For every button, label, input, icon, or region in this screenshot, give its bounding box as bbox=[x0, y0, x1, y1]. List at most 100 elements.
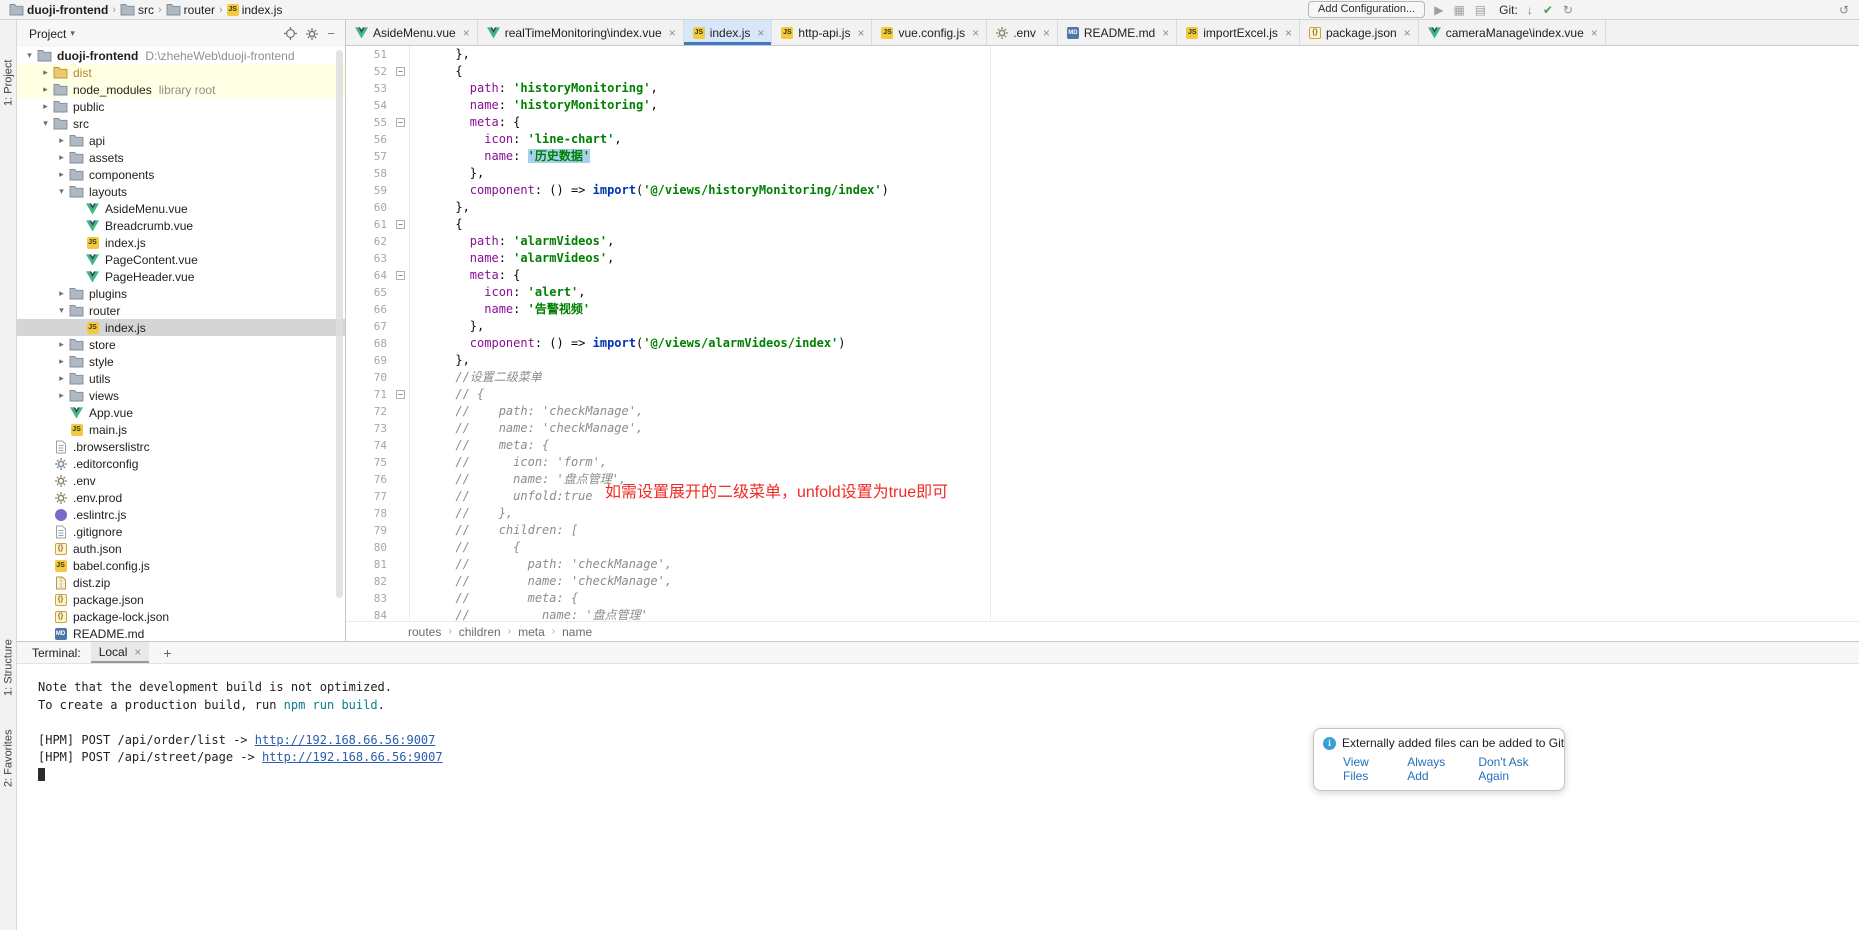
close-icon[interactable]: × bbox=[857, 26, 864, 40]
close-icon[interactable]: × bbox=[463, 26, 470, 40]
editor-tab[interactable]: JSvue.config.js× bbox=[872, 20, 987, 45]
git-commit-icon[interactable]: ✔ bbox=[1543, 4, 1553, 16]
chevron-right-icon[interactable]: ▸ bbox=[55, 169, 68, 180]
terminal-link[interactable]: http://192.168.66.56:9007 bbox=[262, 750, 443, 764]
chevron-right-icon[interactable]: ▸ bbox=[39, 67, 52, 78]
tree-item-api[interactable]: ▸api bbox=[17, 132, 345, 149]
tree-item-duoji-frontend[interactable]: ▾duoji-frontendD:\zheheWeb\duoji-fronten… bbox=[17, 47, 345, 64]
hide-panel-icon[interactable]: − bbox=[327, 26, 335, 41]
tree-item-index.js[interactable]: JSindex.js bbox=[17, 319, 345, 336]
tree-item-pageheader.vue[interactable]: PageHeader.vue bbox=[17, 268, 345, 285]
breadcrumb-item[interactable]: src bbox=[117, 3, 157, 17]
tree-item-.gitignore[interactable]: .gitignore bbox=[17, 523, 345, 540]
tree-item-layouts[interactable]: ▾layouts bbox=[17, 183, 345, 200]
fold-icon[interactable]: − bbox=[396, 118, 405, 127]
tree-item-app.vue[interactable]: App.vue bbox=[17, 404, 345, 421]
terminal-tab-local[interactable]: Local × bbox=[91, 642, 150, 663]
history-icon[interactable]: ↻ bbox=[1563, 4, 1573, 16]
terminal-link[interactable]: http://192.168.66.56:9007 bbox=[255, 733, 436, 747]
terminal-output[interactable]: Note that the development build is not o… bbox=[17, 665, 1859, 930]
editor-tab[interactable]: realTimeMonitoring\index.vue× bbox=[478, 20, 684, 45]
tree-item-dist.zip[interactable]: dist.zip bbox=[17, 574, 345, 591]
tree-item-package.json[interactable]: {}package.json bbox=[17, 591, 345, 608]
tree-item-dist[interactable]: ▸dist bbox=[17, 64, 345, 81]
tree-item-package-lock.json[interactable]: {}package-lock.json bbox=[17, 608, 345, 625]
tree-item-pagecontent.vue[interactable]: PageContent.vue bbox=[17, 251, 345, 268]
editor-breadcrumb-item[interactable]: name bbox=[562, 625, 592, 639]
breadcrumb-item[interactable]: JSindex.js bbox=[224, 3, 286, 17]
editor-tab[interactable]: JShttp-api.js× bbox=[772, 20, 872, 45]
chevron-right-icon[interactable]: ▸ bbox=[55, 356, 68, 367]
editor-tab[interactable]: AsideMenu.vue× bbox=[346, 20, 478, 45]
close-icon[interactable]: × bbox=[669, 26, 676, 40]
editor-tab[interactable]: .env× bbox=[987, 20, 1058, 45]
gear-icon[interactable] bbox=[306, 28, 318, 40]
chevron-down-icon[interactable]: ▾ bbox=[55, 186, 68, 197]
editor-tab[interactable]: MDREADME.md× bbox=[1058, 20, 1177, 45]
chevron-right-icon[interactable]: ▸ bbox=[39, 84, 52, 95]
breadcrumb-item[interactable]: router bbox=[163, 3, 218, 17]
chevron-down-icon[interactable]: ▾ bbox=[55, 305, 68, 316]
editor-tab[interactable]: cameraManage\index.vue× bbox=[1419, 20, 1606, 45]
tool-button-favorites[interactable]: 2: Favorites bbox=[1, 714, 16, 802]
chevron-right-icon[interactable]: ▸ bbox=[55, 373, 68, 384]
close-icon[interactable]: × bbox=[1404, 26, 1411, 40]
close-icon[interactable]: × bbox=[1162, 26, 1169, 40]
coverage-icon[interactable]: ▦ bbox=[1453, 4, 1464, 16]
git-update-icon[interactable]: ↓ bbox=[1527, 4, 1533, 16]
add-configuration-button[interactable]: Add Configuration... bbox=[1308, 1, 1425, 18]
close-icon[interactable]: × bbox=[1591, 26, 1598, 40]
tree-item-.editorconfig[interactable]: .editorconfig bbox=[17, 455, 345, 472]
editor-tab[interactable]: {}package.json× bbox=[1300, 20, 1419, 45]
chevron-right-icon[interactable]: ▸ bbox=[39, 101, 52, 112]
locate-file-icon[interactable] bbox=[284, 27, 297, 40]
tree-item-node-modules[interactable]: ▸node_moduleslibrary root bbox=[17, 81, 345, 98]
tree-item-style[interactable]: ▸style bbox=[17, 353, 345, 370]
close-icon[interactable]: × bbox=[1285, 26, 1292, 40]
profiler-icon[interactable]: ▤ bbox=[1475, 4, 1486, 16]
tree-item-src[interactable]: ▾src bbox=[17, 115, 345, 132]
close-icon[interactable]: × bbox=[972, 26, 979, 40]
fold-icon[interactable]: − bbox=[396, 67, 405, 76]
tree-item-plugins[interactable]: ▸plugins bbox=[17, 285, 345, 302]
chevron-down-icon[interactable]: ▾ bbox=[39, 118, 52, 129]
tree-item-.env[interactable]: .env bbox=[17, 472, 345, 489]
editor-tab[interactable]: JSimportExcel.js× bbox=[1177, 20, 1300, 45]
chevron-down-icon[interactable]: ▾ bbox=[23, 50, 36, 61]
editor-breadcrumb-item[interactable]: children bbox=[459, 625, 501, 639]
run-icon[interactable]: ▶ bbox=[1434, 4, 1443, 16]
tree-item-asidemenu.vue[interactable]: AsideMenu.vue bbox=[17, 200, 345, 217]
tree-item-main.js[interactable]: JSmain.js bbox=[17, 421, 345, 438]
rollback-icon[interactable]: ↺ bbox=[1839, 4, 1849, 16]
tree-item-.env.prod[interactable]: .env.prod bbox=[17, 489, 345, 506]
dont-ask-again-link[interactable]: Don't Ask Again bbox=[1478, 755, 1554, 783]
tree-item-babel.config.js[interactable]: JSbabel.config.js bbox=[17, 557, 345, 574]
tree-item-router[interactable]: ▾router bbox=[17, 302, 345, 319]
fold-icon[interactable]: − bbox=[396, 390, 405, 399]
breadcrumb-item[interactable]: duoji-frontend bbox=[6, 3, 111, 17]
chevron-right-icon[interactable]: ▸ bbox=[55, 390, 68, 401]
code-editor[interactable]: 51 },52− {53 path: 'historyMonitoring',5… bbox=[346, 46, 1859, 621]
tree-item-components[interactable]: ▸components bbox=[17, 166, 345, 183]
tool-button-structure[interactable]: 1: Structure bbox=[1, 624, 16, 712]
close-icon[interactable]: × bbox=[134, 645, 141, 659]
project-view-dropdown[interactable]: Project ▾ bbox=[29, 27, 75, 41]
tree-item-auth.json[interactable]: {}auth.json bbox=[17, 540, 345, 557]
new-terminal-tab-button[interactable]: + bbox=[159, 645, 175, 661]
tree-item-.eslintrc.js[interactable]: .eslintrc.js bbox=[17, 506, 345, 523]
tree-item-breadcrumb.vue[interactable]: Breadcrumb.vue bbox=[17, 217, 345, 234]
tree-item-views[interactable]: ▸views bbox=[17, 387, 345, 404]
chevron-right-icon[interactable]: ▸ bbox=[55, 152, 68, 163]
editor-tab[interactable]: JSindex.js× bbox=[684, 20, 773, 45]
chevron-right-icon[interactable]: ▸ bbox=[55, 339, 68, 350]
tree-item-assets[interactable]: ▸assets bbox=[17, 149, 345, 166]
tree-item-public[interactable]: ▸public bbox=[17, 98, 345, 115]
view-files-link[interactable]: View Files bbox=[1343, 755, 1392, 783]
project-scrollbar[interactable] bbox=[336, 50, 343, 598]
editor-breadcrumb-item[interactable]: routes bbox=[408, 625, 441, 639]
chevron-right-icon[interactable]: ▸ bbox=[55, 135, 68, 146]
tree-item-.browserslistrc[interactable]: .browserslistrc bbox=[17, 438, 345, 455]
chevron-right-icon[interactable]: ▸ bbox=[55, 288, 68, 299]
tree-item-index.js[interactable]: JSindex.js bbox=[17, 234, 345, 251]
close-icon[interactable]: × bbox=[757, 26, 764, 40]
